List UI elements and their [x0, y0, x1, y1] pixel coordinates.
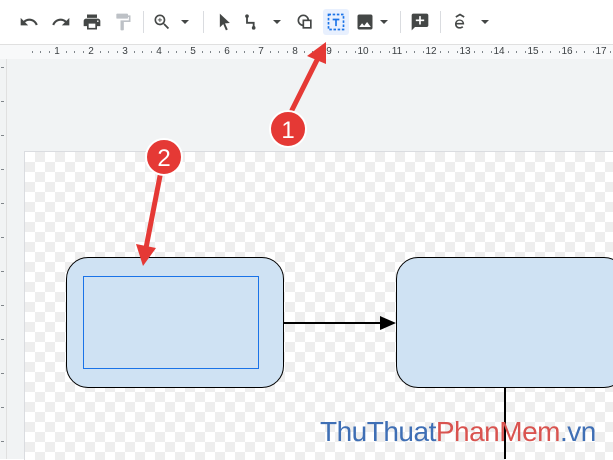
annotation-badge-1: 1	[269, 110, 307, 148]
watermark-part2: PhanMem	[435, 416, 561, 447]
watermark-part3: .vn	[559, 416, 596, 447]
annotation-arrow-1	[289, 42, 326, 113]
annotation-layer: 1 2	[136, 42, 506, 459]
svg-text:2: 2	[157, 145, 170, 172]
watermark: ThuThuatPhanMem.vn	[320, 416, 596, 448]
connector-arrow[interactable]	[284, 316, 396, 330]
watermark-part1: ThuThuat	[320, 416, 436, 447]
svg-text:1: 1	[281, 117, 294, 144]
annotation-badge-2: 2	[145, 138, 183, 176]
annotation-arrow-2	[136, 173, 163, 266]
